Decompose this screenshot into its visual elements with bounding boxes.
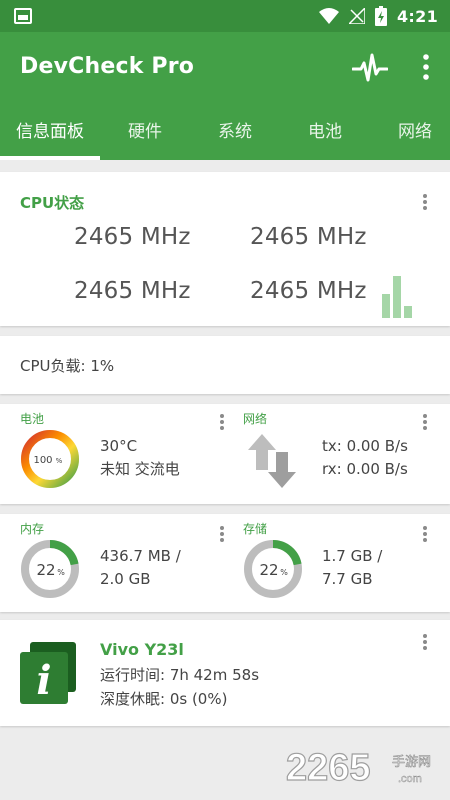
cpu-core-freq: 2465 MHz: [74, 278, 191, 304]
status-icons: 4:21: [319, 6, 438, 26]
gallery-notification-icon: [14, 8, 32, 24]
network-transfer-icon: [248, 434, 296, 488]
memory-total: 2.0 GB: [100, 570, 151, 588]
network-menu-icon[interactable]: [419, 412, 431, 432]
tab-indicator: [0, 156, 100, 160]
cpu-core-freq: 2465 MHz: [250, 224, 367, 250]
battery-donut[interactable]: 100 %: [19, 428, 81, 490]
battery-charging-icon: [375, 6, 387, 26]
watermark-domain: .com: [398, 773, 422, 785]
device-uptime: 运行时间: 7h 42m 58s: [100, 666, 260, 684]
tab-network[interactable]: 网络: [370, 106, 450, 160]
storage-percent-sign: %: [280, 568, 288, 577]
device-menu-icon[interactable]: [419, 632, 431, 652]
device-info-card[interactable]: i Vivo Y23l 运行时间: 7h 42m 58s 深度休眠: 0s (0…: [0, 620, 450, 726]
memory-percent-label: 22: [36, 561, 55, 579]
status-clock: 4:21: [397, 6, 438, 26]
battery-percent-label: 100: [33, 455, 52, 466]
network-tx: tx: 0.00 B/s: [322, 437, 408, 455]
no-signal-icon: [349, 8, 365, 24]
pulse-icon[interactable]: [352, 52, 388, 84]
storage-percent-label: 22: [259, 561, 278, 579]
storage-total: 7.7 GB: [322, 570, 373, 588]
cpu-load-text: CPU负载: 1%: [20, 357, 115, 375]
network-rx: rx: 0.00 B/s: [322, 460, 408, 478]
device-name: Vivo Y23l: [100, 640, 184, 659]
cpu-status-card[interactable]: CPU状态 2465 MHz 2465 MHz 2465 MHz 2465 MH…: [0, 172, 450, 326]
cpu-core-freq: 2465 MHz: [250, 278, 367, 304]
status-bar: 4:21: [0, 0, 450, 32]
wifi-icon: [319, 8, 339, 24]
battery-percent-sign: %: [56, 457, 63, 465]
battery-network-card: 电池 100 % 30°C 未知 交流电 网络 tx: 0.00 B/s rx:…: [0, 404, 450, 504]
storage-donut[interactable]: 22 %: [242, 538, 304, 600]
site-watermark: 2265 手游网 .com: [285, 746, 431, 789]
device-info-icon-letter: i: [36, 657, 51, 704]
cpu-status-title: CPU状态: [20, 194, 85, 212]
battery-status: 未知 交流电: [100, 460, 180, 478]
watermark-suffix: 手游网: [392, 755, 431, 770]
app-title: DevCheck Pro: [20, 54, 195, 79]
memory-used: 436.7 MB /: [100, 547, 181, 565]
storage-title: 存储: [243, 522, 268, 536]
cpu-bar-graph-icon: [382, 276, 412, 318]
tab-dashboard[interactable]: 信息面板: [0, 106, 100, 160]
memory-title: 内存: [20, 522, 45, 536]
tab-hardware[interactable]: 硬件: [100, 106, 190, 160]
battery-menu-icon[interactable]: [216, 412, 228, 432]
tab-bar: 信息面板 硬件 系统 电池 网络: [0, 106, 450, 160]
cpu-core-freq: 2465 MHz: [74, 224, 191, 250]
battery-title: 电池: [20, 412, 45, 426]
network-title: 网络: [243, 412, 268, 426]
battery-temperature: 30°C: [100, 437, 138, 455]
watermark-number: 2265: [286, 747, 371, 789]
tab-system[interactable]: 系统: [190, 106, 280, 160]
memory-donut[interactable]: 22 %: [19, 538, 81, 600]
device-deep-sleep: 深度休眠: 0s (0%): [100, 690, 228, 708]
overflow-menu-icon[interactable]: [416, 52, 436, 82]
memory-menu-icon[interactable]: [216, 524, 228, 544]
memory-storage-card: 内存 22 % 436.7 MB / 2.0 GB 存储 22 % 1.7 GB…: [0, 514, 450, 612]
storage-menu-icon[interactable]: [419, 524, 431, 544]
storage-used: 1.7 GB /: [322, 547, 383, 565]
app-bar: DevCheck Pro: [0, 32, 450, 106]
device-info-icon: i: [20, 642, 76, 704]
cpu-load-card: CPU负载: 1%: [0, 336, 450, 394]
cpu-card-menu-icon[interactable]: [419, 192, 431, 212]
memory-percent-sign: %: [57, 568, 65, 577]
tab-battery[interactable]: 电池: [280, 106, 370, 160]
